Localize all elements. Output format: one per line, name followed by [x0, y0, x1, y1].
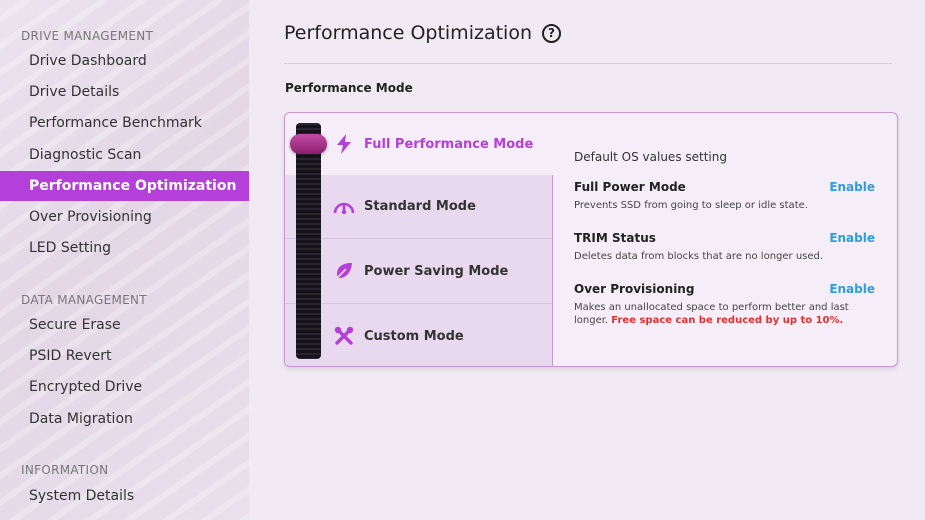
mode-standard[interactable]: Standard Mode	[285, 175, 553, 239]
setting-over-provisioning: Over Provisioning Enable Makes an unallo…	[574, 282, 879, 327]
lightning-icon	[333, 133, 355, 155]
mode-slider-track[interactable]	[296, 123, 321, 359]
performance-mode-panel: Full Performance Mode Standard Mode Powe…	[284, 112, 898, 367]
main-content: Performance Optimization ? Performance M…	[249, 0, 925, 520]
sidebar-item-led-setting[interactable]: LED Setting	[0, 233, 249, 263]
trim-enable-link[interactable]: Enable	[829, 231, 875, 245]
sidebar-item-performance-optimization[interactable]: Performance Optimization	[0, 171, 249, 201]
mode-list: Full Performance Mode Standard Mode Powe…	[285, 113, 553, 366]
sidebar-item-drive-details[interactable]: Drive Details	[0, 77, 249, 107]
sidebar-item-drive-dashboard[interactable]: Drive Dashboard	[0, 46, 249, 76]
setting-trim-status: TRIM Status Enable Deletes data from blo…	[574, 231, 879, 263]
mode-list-border	[552, 175, 553, 366]
setting-description: Deletes data from blocks that are no lon…	[574, 251, 824, 262]
mode-power-saving[interactable]: Power Saving Mode	[285, 239, 553, 304]
mode-label: Power Saving Mode	[364, 263, 509, 279]
full-power-enable-link[interactable]: Enable	[829, 180, 875, 194]
setting-description: Prevents SSD from going to sleep or idle…	[574, 200, 808, 211]
sidebar-item-psid-revert[interactable]: PSID Revert	[0, 341, 249, 371]
sidebar-item-over-provisioning[interactable]: Over Provisioning	[0, 202, 249, 232]
title-divider	[284, 63, 892, 64]
warning-text: Free space can be reduced by up to 10%.	[611, 315, 844, 326]
section-title-data-management: DATA MANAGEMENT	[21, 293, 147, 307]
gauge-icon	[333, 196, 355, 218]
default-os-text: Default OS values setting	[574, 150, 727, 164]
page-title-text: Performance Optimization	[284, 22, 532, 44]
sidebar: DRIVE MANAGEMENT Drive Dashboard Drive D…	[0, 0, 249, 520]
mode-custom[interactable]: Custom Mode	[285, 304, 553, 366]
sidebar-item-encrypted-drive[interactable]: Encrypted Drive	[0, 372, 249, 402]
sidebar-item-system-details[interactable]: System Details	[0, 481, 249, 511]
sidebar-item-performance-benchmark[interactable]: Performance Benchmark	[0, 108, 249, 138]
mode-label: Full Performance Mode	[364, 136, 534, 152]
sidebar-item-diagnostic-scan[interactable]: Diagnostic Scan	[0, 140, 249, 170]
setting-full-power-mode: Full Power Mode Enable Prevents SSD from…	[574, 180, 879, 212]
performance-mode-label: Performance Mode	[285, 81, 413, 95]
mode-details: Default OS values setting Full Power Mod…	[574, 113, 879, 366]
tools-icon	[333, 325, 355, 347]
over-provisioning-enable-link[interactable]: Enable	[829, 282, 875, 296]
sidebar-item-secure-erase[interactable]: Secure Erase	[0, 310, 249, 340]
mode-slider-handle[interactable]	[290, 134, 327, 154]
section-title-information: INFORMATION	[21, 463, 109, 477]
sidebar-item-data-migration[interactable]: Data Migration	[0, 404, 249, 434]
section-title-drive-management: DRIVE MANAGEMENT	[21, 29, 154, 43]
help-icon[interactable]: ?	[541, 23, 561, 43]
leaf-icon	[333, 260, 355, 282]
page-title: Performance Optimization ?	[284, 22, 561, 44]
mode-label: Standard Mode	[364, 199, 476, 214]
mode-label: Custom Mode	[364, 328, 464, 344]
setting-description: Makes an unallocated space to perform be…	[574, 301, 879, 327]
